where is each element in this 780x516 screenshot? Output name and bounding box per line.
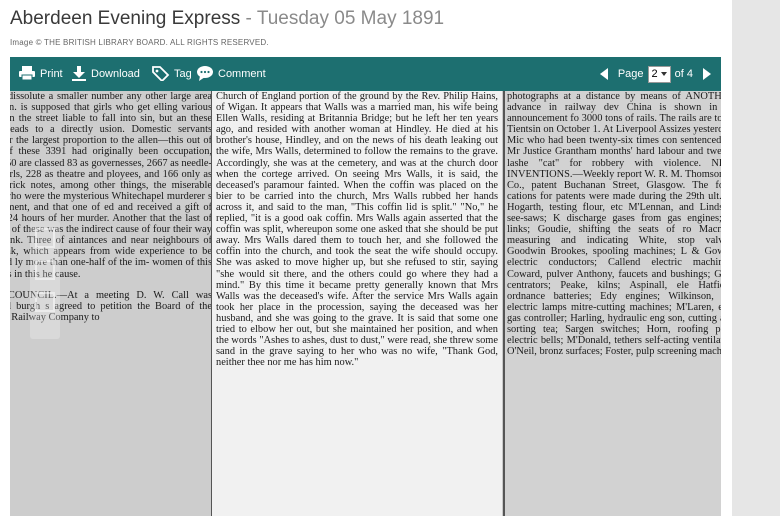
next-page-icon[interactable] bbox=[703, 68, 711, 80]
comment-icon bbox=[196, 65, 218, 84]
newspaper-title: Aberdeen Evening Express - Tuesday 05 Ma… bbox=[10, 8, 444, 30]
download-button[interactable]: Download bbox=[71, 57, 140, 91]
print-button[interactable]: Print bbox=[18, 57, 63, 91]
page-navigator: Page 2 of 4 bbox=[599, 57, 711, 91]
chevron-down-icon bbox=[660, 72, 667, 76]
tag-label: Tag bbox=[174, 68, 192, 80]
page-select-value: 2 bbox=[651, 68, 658, 80]
comment-label: Comment bbox=[218, 68, 266, 80]
column-text: Church of England portion of the ground … bbox=[216, 91, 498, 369]
copyright-notice: Image © THE BRITISH LIBRARY BOARD. ALL R… bbox=[10, 38, 269, 47]
page-label: Page bbox=[617, 68, 644, 80]
page-select[interactable]: 2 bbox=[647, 65, 671, 83]
previous-page-icon[interactable] bbox=[599, 68, 608, 80]
column-text: photographs at a distance by means of AN… bbox=[507, 91, 721, 358]
title-separator: - bbox=[240, 8, 257, 29]
download-icon bbox=[71, 65, 91, 84]
tag-button[interactable]: Tag bbox=[152, 57, 192, 91]
viewer-toolbar: Print Download Tag Comment Page 2 of 4 bbox=[10, 57, 721, 91]
page-count: of 4 bbox=[674, 68, 693, 80]
download-label: Download bbox=[91, 68, 140, 80]
printer-icon bbox=[18, 65, 40, 84]
article-column-right: photographs at a distance by means of AN… bbox=[505, 91, 721, 516]
print-label: Print bbox=[40, 68, 63, 80]
issue-date: Tuesday 05 May 1891 bbox=[256, 8, 445, 29]
publication-name: Aberdeen Evening Express bbox=[10, 8, 241, 29]
zoom-controls-overlay[interactable] bbox=[28, 221, 62, 339]
article-column-middle: Church of England portion of the ground … bbox=[212, 91, 502, 516]
tag-icon bbox=[152, 65, 174, 84]
comment-button[interactable]: Comment bbox=[196, 57, 266, 91]
newspaper-scan[interactable]: inal and dissolute a smaller number any … bbox=[10, 91, 721, 516]
side-panel bbox=[732, 0, 780, 516]
